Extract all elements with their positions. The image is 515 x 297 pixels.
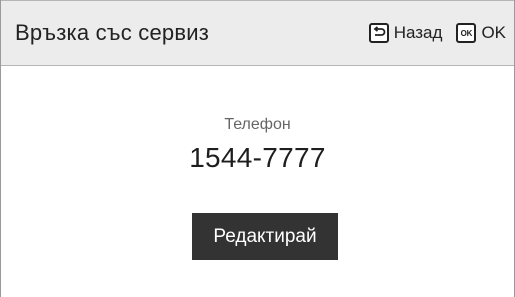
page-title: Връзка със сервиз xyxy=(15,20,209,45)
ok-key-icon: OK xyxy=(456,23,477,43)
ok-button[interactable]: OK OK xyxy=(456,23,506,43)
back-label: Назад xyxy=(393,23,443,42)
header-bar: Връзка със сервиз Назад OK OK xyxy=(1,0,514,66)
back-button[interactable]: Назад xyxy=(368,23,443,43)
phone-number: 1544-7777 xyxy=(189,142,326,173)
service-contact-screen: Връзка със сервиз Назад OK OK Телефон 15… xyxy=(0,0,515,297)
header-actions: Назад OK OK xyxy=(355,1,506,65)
content-area: Телефон 1544-7777 Редактирай xyxy=(1,66,514,297)
phone-label: Телефон xyxy=(224,116,291,133)
back-return-icon xyxy=(368,23,389,43)
ok-label: OK xyxy=(481,23,506,42)
edit-button[interactable]: Редактирай xyxy=(192,213,338,260)
